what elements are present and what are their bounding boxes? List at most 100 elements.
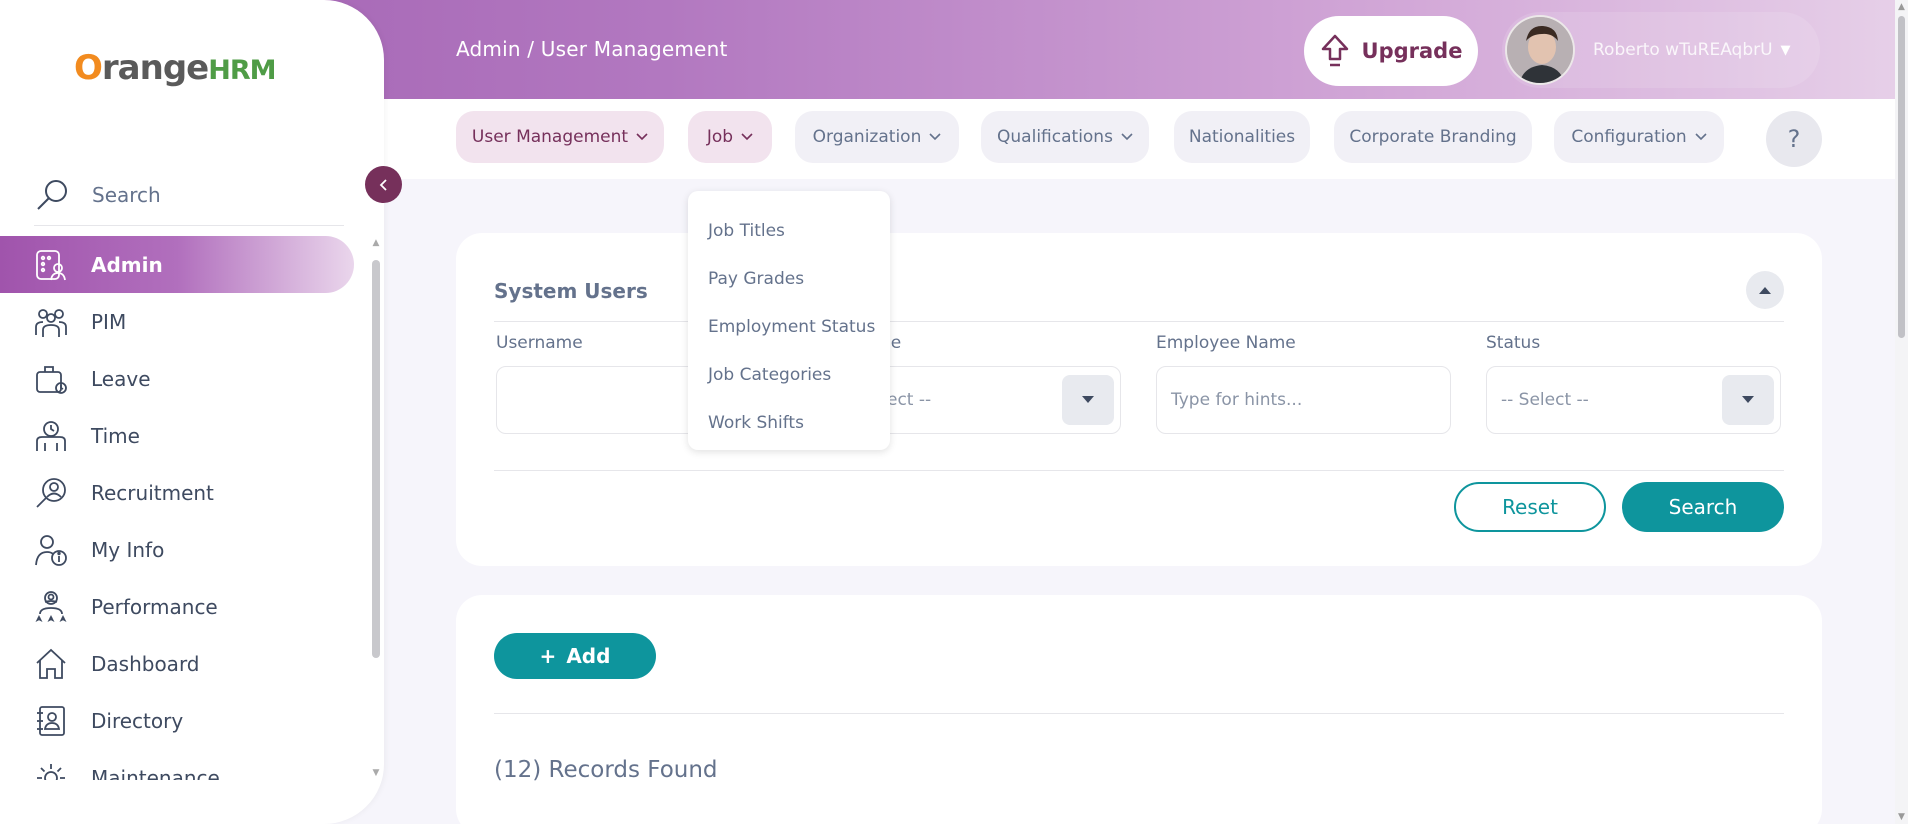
upgrade-button[interactable]: Upgrade (1304, 16, 1478, 86)
time-icon (36, 420, 66, 451)
pim-icon (35, 308, 67, 337)
user-name: Roberto wTuREAqbrU (1593, 40, 1773, 60)
user-role-value: ect -- (887, 390, 932, 410)
sidebar-item-label: Admin (91, 252, 163, 277)
employee-name-input[interactable]: Type for hints... (1156, 366, 1451, 434)
performance-icon (35, 590, 67, 622)
tab-nationalities[interactable]: Nationalities (1174, 111, 1310, 163)
tab-label: Corporate Branding (1349, 127, 1517, 147)
select-arrow-button[interactable] (1062, 375, 1114, 425)
admin-icon (36, 249, 66, 280)
system-users-filter-card: System Users Username le ect -- Employee… (456, 233, 1822, 566)
logo-range: range (101, 48, 209, 88)
menu-item-job-categories[interactable]: Job Categories (688, 351, 890, 399)
sidebar-item-time[interactable]: Time (0, 407, 370, 464)
logo-o: O (74, 48, 103, 88)
sidebar-scrollbar[interactable]: ▲ ▼ (370, 238, 382, 778)
menu-item-employment-status[interactable]: Employment Status (688, 303, 890, 351)
sidebar-item-label: Directory (91, 708, 184, 733)
sidebar: OrangeHRM Search Admin PIM Leave Time Re… (0, 0, 384, 824)
sidebar-item-my-info[interactable]: My Info (0, 521, 370, 578)
tab-label: Job (706, 127, 734, 147)
sidebar-item-recruitment[interactable]: Recruitment (0, 464, 370, 521)
caret-up-icon (1759, 287, 1771, 294)
tab-configuration[interactable]: Configuration (1554, 111, 1724, 163)
add-user-button[interactable]: + Add (494, 633, 656, 679)
chevron-down-icon (1121, 133, 1133, 141)
tab-job[interactable]: Job (688, 111, 772, 163)
search-button[interactable]: Search (1622, 482, 1784, 532)
menu-item-job-titles[interactable]: Job Titles (688, 207, 890, 255)
tab-label: User Management (471, 127, 629, 147)
collapse-filter-button[interactable] (1746, 271, 1784, 309)
help-icon: ? (1787, 125, 1801, 153)
sidebar-search-label: Search (92, 182, 161, 207)
records-card: + Add (12) Records Found (456, 595, 1822, 824)
tab-label: Organization (812, 127, 922, 147)
tab-label: Qualifications (997, 127, 1113, 147)
scroll-up-icon[interactable]: ▲ (370, 238, 382, 248)
dashboard-icon (36, 648, 66, 679)
status-select[interactable]: -- Select -- (1486, 366, 1781, 434)
page-scroll-thumb[interactable] (1898, 16, 1905, 338)
records-count: (12) Records Found (494, 757, 718, 783)
top-nav: User Management Job Organization Qualifi… (384, 99, 1895, 179)
username-label: Username (496, 333, 583, 353)
caret-down-icon: ▼ (1780, 42, 1791, 58)
menu-item-work-shifts[interactable]: Work Shifts (688, 399, 890, 447)
recruitment-icon (36, 477, 66, 508)
sidebar-item-maintenance[interactable]: Maintenance (0, 749, 370, 780)
sidebar-item-performance[interactable]: Performance (0, 578, 370, 635)
scroll-up-icon[interactable]: ▲ (1895, 2, 1908, 12)
help-button[interactable]: ? (1766, 111, 1822, 167)
chevron-down-icon (1695, 133, 1707, 141)
sidebar-item-pim[interactable]: PIM (0, 293, 370, 350)
tab-label: Nationalities (1188, 127, 1296, 147)
sidebar-item-label: Performance (91, 594, 218, 619)
logo: OrangeHRM (74, 48, 277, 88)
caret-down-icon (1742, 396, 1754, 403)
sidebar-scroll-thumb[interactable] (372, 260, 380, 658)
select-arrow-button[interactable] (1722, 375, 1774, 425)
sidebar-menu: Admin PIM Leave Time Recruitment My Info… (0, 236, 370, 780)
sidebar-item-label: Leave (91, 366, 151, 391)
tab-organization[interactable]: Organization (795, 111, 959, 163)
status-value: -- Select -- (1501, 390, 1589, 410)
user-dropdown[interactable]: Roberto wTuREAqbrU ▼ (1502, 12, 1820, 88)
chevron-down-icon (636, 133, 648, 141)
sidebar-item-label: Time (91, 423, 140, 448)
logo-hrm: HRM (208, 55, 276, 86)
sidebar-search[interactable]: Search (34, 164, 344, 226)
tab-label: Configuration (1571, 127, 1687, 147)
divider (494, 470, 1784, 471)
sidebar-item-dashboard[interactable]: Dashboard (0, 635, 370, 692)
directory-icon (37, 705, 65, 736)
leave-icon (36, 365, 67, 394)
chevron-down-icon (741, 133, 753, 141)
scroll-down-icon[interactable]: ▼ (1895, 812, 1908, 822)
sidebar-item-directory[interactable]: Directory (0, 692, 370, 749)
sidebar-item-label: My Info (91, 537, 165, 562)
chevron-left-icon (379, 178, 387, 191)
caret-down-icon (1082, 396, 1094, 403)
plus-icon: + (539, 644, 557, 668)
job-dropdown-menu: Job Titles Pay Grades Employment Status … (688, 191, 890, 450)
scroll-down-icon[interactable]: ▼ (370, 768, 382, 778)
tab-user-management[interactable]: User Management (456, 111, 664, 163)
menu-item-pay-grades[interactable]: Pay Grades (688, 255, 890, 303)
breadcrumb: Admin / User Management (456, 37, 728, 61)
page-scrollbar[interactable]: ▲ ▼ (1895, 0, 1908, 824)
employee-name-label: Employee Name (1156, 333, 1296, 353)
maintenance-icon (37, 763, 65, 780)
sidebar-collapse-button[interactable] (365, 166, 402, 203)
sidebar-item-label: Maintenance (91, 765, 220, 781)
chevron-down-icon (929, 133, 941, 141)
status-label: Status (1486, 333, 1541, 353)
tab-corporate-branding[interactable]: Corporate Branding (1334, 111, 1532, 163)
avatar (1505, 15, 1575, 85)
reset-button[interactable]: Reset (1454, 482, 1606, 532)
sidebar-item-leave[interactable]: Leave (0, 350, 370, 407)
sidebar-item-admin[interactable]: Admin (0, 236, 354, 293)
my-info-icon (35, 534, 67, 566)
tab-qualifications[interactable]: Qualifications (981, 111, 1149, 163)
